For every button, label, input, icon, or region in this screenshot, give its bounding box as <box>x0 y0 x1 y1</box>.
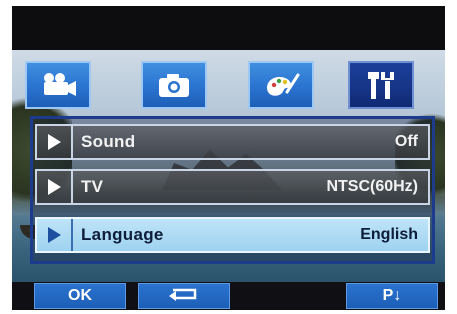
menu-item-value: Off <box>394 133 418 150</box>
page-down-label: P↓ <box>382 287 402 304</box>
menu-item-tv[interactable]: TV NTSC(60Hz) <box>35 169 430 205</box>
play-arrow-icon <box>37 171 73 203</box>
ok-button[interactable]: OK <box>34 283 126 309</box>
tab-photo[interactable] <box>141 61 207 109</box>
settings-menu: Sound Off TV NTSC(60Hz) Language English <box>30 116 435 264</box>
video-camera-icon <box>38 70 78 100</box>
device-screen: Sound Off TV NTSC(60Hz) Language English… <box>0 0 457 314</box>
menu-item-label: Language <box>81 225 164 244</box>
back-button[interactable] <box>138 283 230 309</box>
menu-item-label: TV <box>81 177 104 196</box>
play-arrow-icon <box>37 219 73 251</box>
menu-item-value: English <box>360 226 418 243</box>
ok-label: OK <box>68 287 92 304</box>
tab-settings[interactable] <box>348 61 414 109</box>
menu-item-label: Sound <box>81 132 136 151</box>
camera-icon <box>155 70 193 100</box>
menu-item-value: NTSC(60Hz) <box>326 178 418 195</box>
mode-tabs <box>25 61 435 111</box>
menu-item-sound[interactable]: Sound Off <box>35 124 430 160</box>
tab-video[interactable] <box>25 61 91 109</box>
menu-item-language[interactable]: Language English <box>35 217 430 253</box>
palette-icon <box>261 70 301 100</box>
page-down-button[interactable]: P↓ <box>346 283 438 309</box>
return-arrow-icon <box>167 286 201 307</box>
play-arrow-icon <box>37 126 73 158</box>
tab-effects[interactable] <box>248 61 314 109</box>
settings-tools-icon <box>363 69 399 101</box>
bottom-bar: OK P↓ <box>12 282 445 310</box>
